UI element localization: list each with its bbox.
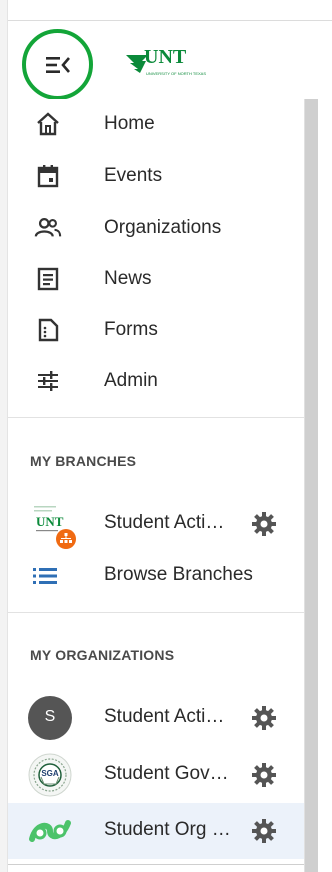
list-icon xyxy=(32,563,58,589)
organization-label: Student Gov… xyxy=(104,763,229,784)
svg-text:UNT: UNT xyxy=(36,514,64,529)
organization-item[interactable]: S Student Acti… xyxy=(8,692,304,744)
nav-item-news[interactable]: News xyxy=(8,254,304,304)
browse-branches-link[interactable]: Browse Branches xyxy=(8,550,304,602)
gear-icon[interactable] xyxy=(251,762,277,788)
logo-text: UNT xyxy=(144,46,187,68)
gear-icon[interactable] xyxy=(251,818,277,844)
organization-label: Student Acti… xyxy=(104,706,225,727)
left-page-edge xyxy=(0,0,8,872)
people-icon xyxy=(34,214,62,242)
organization-item[interactable]: SGA Student Gov… xyxy=(8,749,304,801)
branch-item[interactable]: UNT Student Acti… xyxy=(8,498,304,550)
divider xyxy=(8,612,304,613)
browse-branches-label: Browse Branches xyxy=(104,564,253,585)
avatar: S xyxy=(28,696,72,740)
form-icon xyxy=(34,316,62,344)
sliders-icon xyxy=(34,367,62,395)
menu-toggle-button[interactable] xyxy=(22,29,93,100)
my-branches-heading: MY BRANCHES xyxy=(30,453,137,469)
sga-seal-text: SGA xyxy=(41,769,59,778)
home-icon xyxy=(34,110,62,138)
branch-label: Student Acti… xyxy=(104,512,225,533)
logo-subtext: UNIVERSITY OF NORTH TEXAS xyxy=(146,71,206,76)
organization-item[interactable]: Student Org … xyxy=(8,803,304,859)
nav-label-news: News xyxy=(104,268,152,289)
gear-icon[interactable] xyxy=(251,705,277,731)
menu-collapse-icon xyxy=(45,56,70,73)
calendar-icon xyxy=(34,162,62,190)
nav-label-forms: Forms xyxy=(104,319,158,340)
divider xyxy=(8,417,304,418)
nav-item-organizations[interactable]: Organizations xyxy=(8,203,304,253)
nav-item-events[interactable]: Events xyxy=(8,151,304,201)
unt-logo[interactable]: UNT UNIVERSITY OF NORTH TEXAS xyxy=(124,41,208,81)
gear-icon[interactable] xyxy=(251,511,277,537)
nav-label-events: Events xyxy=(104,165,163,186)
sidebar: Home Events Organizations News Forms Adm… xyxy=(8,99,305,872)
organization-logo xyxy=(28,809,72,853)
nav-item-admin[interactable]: Admin xyxy=(8,356,304,406)
top-bar: UNT UNIVERSITY OF NORTH TEXAS xyxy=(8,20,332,100)
avatar-letter: S xyxy=(44,708,56,725)
nav-label-home: Home xyxy=(104,113,155,134)
divider xyxy=(8,864,304,865)
scrollbar-thumb[interactable] xyxy=(305,99,318,872)
news-icon xyxy=(34,265,62,293)
nav-item-home[interactable]: Home xyxy=(8,99,304,149)
sga-seal: SGA xyxy=(28,753,72,797)
organization-label: Student Org … xyxy=(104,819,231,840)
my-organizations-heading: MY ORGANIZATIONS xyxy=(30,647,175,663)
nav-item-forms[interactable]: Forms xyxy=(8,305,304,355)
branch-logo: UNT xyxy=(28,502,76,549)
nav-label-organizations: Organizations xyxy=(104,217,222,238)
nav-label-admin: Admin xyxy=(104,370,158,391)
